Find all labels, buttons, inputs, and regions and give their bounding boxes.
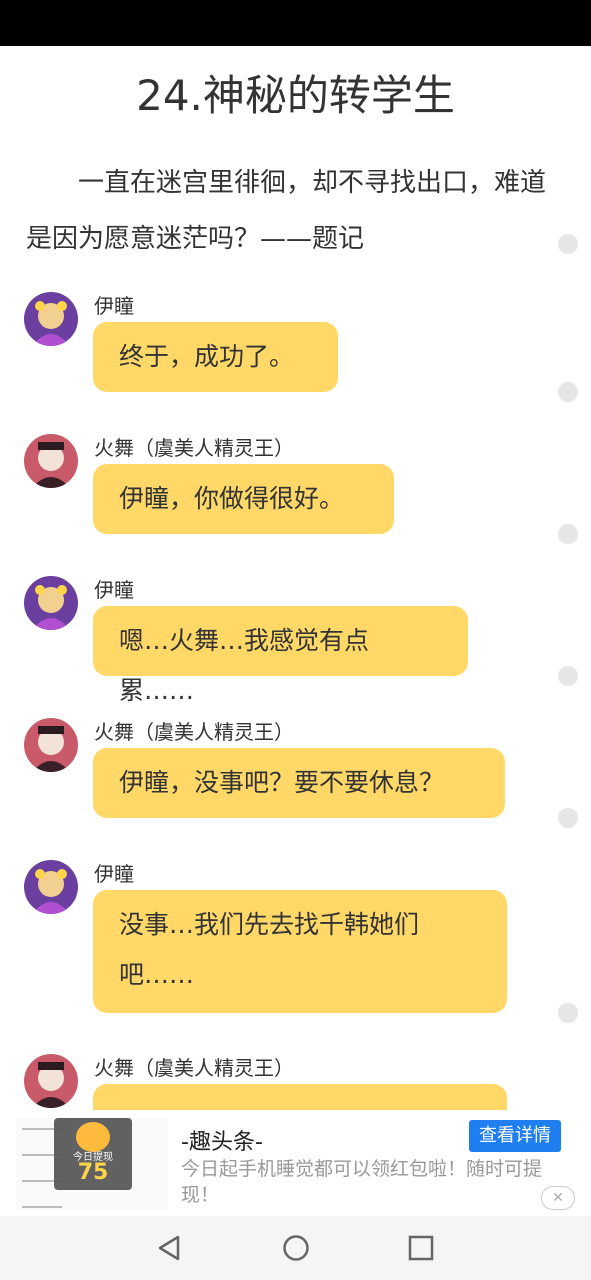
speaker-name: 伊瞳 bbox=[94, 578, 134, 602]
message-bubble[interactable]: 伊瞳，你做得很好。 bbox=[93, 464, 394, 534]
avatar-huowu[interactable] bbox=[24, 1054, 78, 1108]
ad-description: 今日起手机睡觉都可以领红包啦！随时可提现！ bbox=[181, 1158, 543, 1206]
ad-image[interactable]: 今日提现 75 bbox=[16, 1118, 168, 1210]
speaker-name: 火舞（虞美人精灵王） bbox=[94, 1056, 294, 1080]
chapter-intro: 一直在迷宫里徘徊，却不寻找出口，难道是因为愿意迷茫吗？——题记 bbox=[26, 155, 546, 267]
home-circle-icon[interactable] bbox=[282, 1234, 310, 1266]
comment-dot[interactable] bbox=[558, 666, 578, 686]
message-bubble[interactable]: 终于，成功了。 bbox=[93, 322, 338, 392]
message-bubble[interactable]: 没事…我们先去找千韩她们吧…… bbox=[93, 890, 507, 1013]
speaker-name: 火舞（虞美人精灵王） bbox=[94, 436, 294, 460]
ad-badge: 今日提现 75 bbox=[54, 1118, 132, 1190]
avatar-huowu[interactable] bbox=[24, 718, 78, 772]
message-bubble[interactable]: 伊瞳，没事吧？要不要休息？ bbox=[93, 748, 505, 818]
avatar-yitong[interactable] bbox=[24, 576, 78, 630]
avatar-yitong[interactable] bbox=[24, 860, 78, 914]
speaker-name: 伊瞳 bbox=[94, 294, 134, 318]
avatar-yitong[interactable] bbox=[24, 292, 78, 346]
comment-dot[interactable] bbox=[558, 808, 578, 828]
recent-square-icon[interactable] bbox=[408, 1234, 434, 1266]
speaker-name: 火舞（虞美人精灵王） bbox=[94, 720, 294, 744]
intro-text: 一直在迷宫里徘徊，却不寻找出口，难道是因为愿意迷茫吗？——题记 bbox=[26, 168, 547, 254]
comment-dot[interactable] bbox=[558, 1003, 578, 1023]
ad-details-button[interactable]: 查看详情 bbox=[469, 1120, 561, 1152]
navigation-bar bbox=[0, 1216, 591, 1280]
ad-banner[interactable]: 今日提现 75 -趣头条- 查看详情 今日起手机睡觉都可以领红包啦！随时可提现！… bbox=[0, 1110, 591, 1216]
ad-badge-value: 75 bbox=[77, 1160, 109, 1185]
status-bar bbox=[0, 0, 591, 46]
comment-dot[interactable] bbox=[558, 234, 578, 254]
back-triangle-icon[interactable] bbox=[156, 1234, 182, 1266]
close-icon[interactable]: ✕ bbox=[541, 1186, 575, 1210]
speaker-name: 伊瞳 bbox=[94, 862, 134, 886]
ad-title: -趣头条- bbox=[181, 1130, 263, 1155]
comment-dot[interactable] bbox=[558, 524, 578, 544]
chapter-title: 24.神秘的转学生 bbox=[136, 71, 455, 120]
avatar-huowu[interactable] bbox=[24, 434, 78, 488]
message-bubble[interactable]: 嗯…火舞…我感觉有点累…… bbox=[93, 606, 468, 705]
comment-dot[interactable] bbox=[558, 382, 578, 402]
